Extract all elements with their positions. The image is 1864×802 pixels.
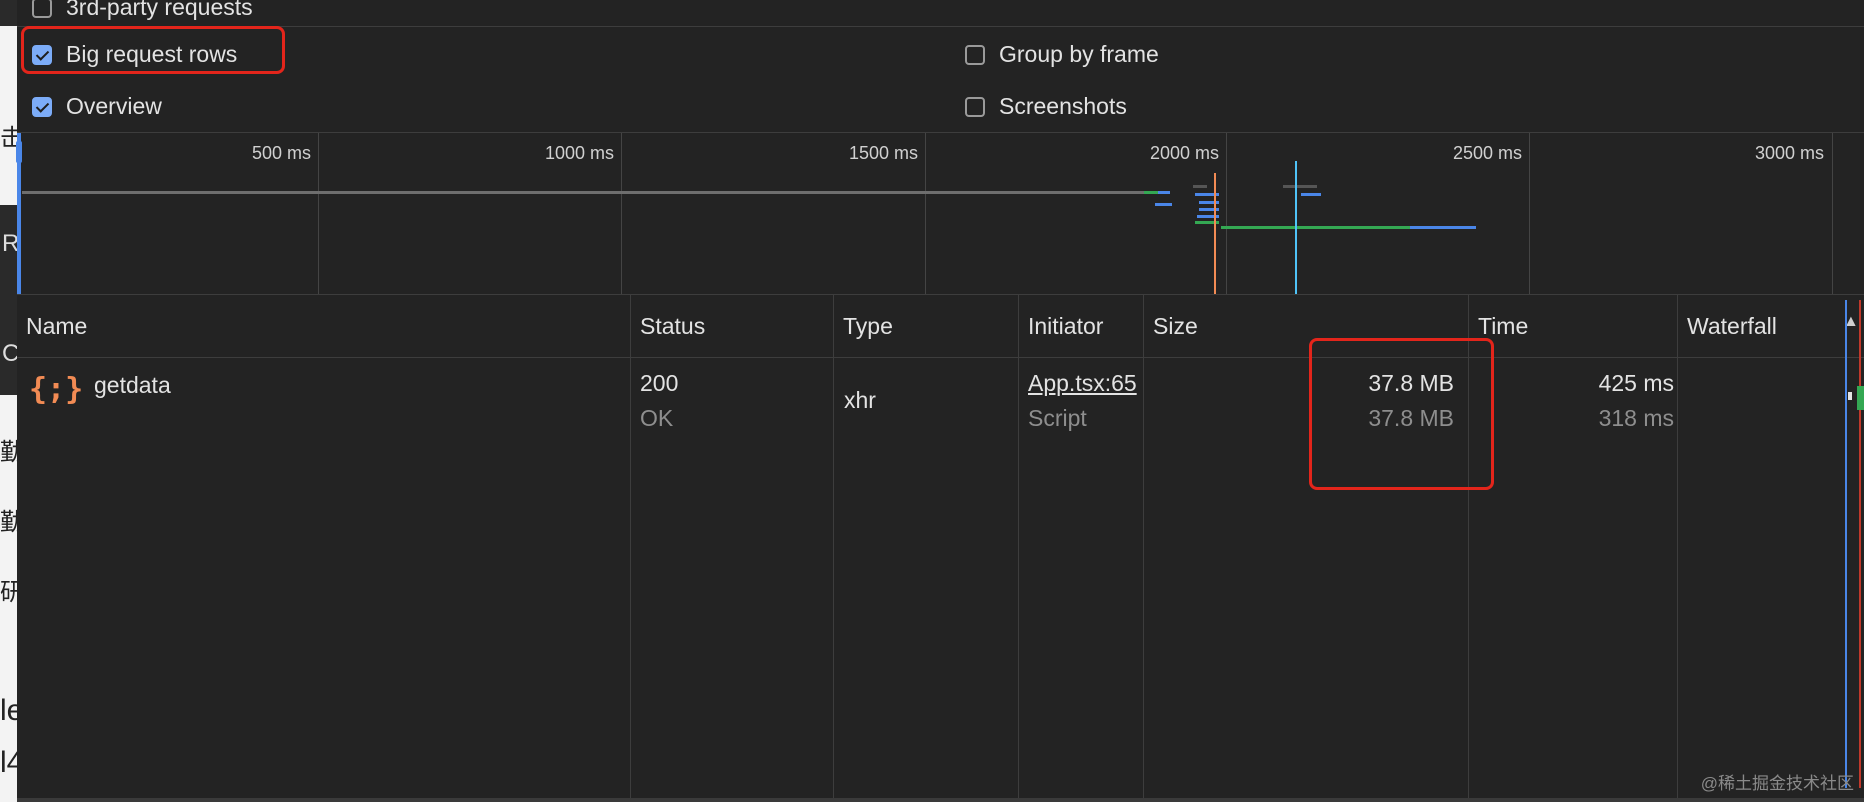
- waterfall-load-line: [1859, 300, 1861, 788]
- column-header-type[interactable]: Type: [834, 295, 1019, 357]
- column-header-initiator[interactable]: Initiator: [1019, 295, 1144, 357]
- tick-label: 3000 ms: [1754, 143, 1824, 163]
- request-latency: 318 ms: [1598, 405, 1674, 431]
- screenshots-label: Screenshots: [999, 93, 1127, 119]
- page-behind-char: 研: [0, 579, 17, 606]
- screenshots-checkbox[interactable]: Screenshots: [965, 93, 1127, 120]
- table-row[interactable]: {;} getdata 200 OK xhr App.tsx:65 Script…: [17, 300, 1864, 788]
- initiator-type: Script: [1028, 405, 1087, 431]
- overview-bar: [1158, 191, 1170, 194]
- column-header-waterfall[interactable]: Waterfall: [1678, 295, 1864, 357]
- watermark: @稀土掘金技术社区: [1700, 774, 1854, 793]
- page-behind-char: 击: [0, 125, 17, 152]
- page-behind-char: 勤: [0, 509, 17, 536]
- waterfall-bar: [1857, 386, 1864, 410]
- column-header-time[interactable]: Time: [1469, 295, 1678, 357]
- column-header-status[interactable]: Status: [631, 295, 834, 357]
- gridline: [621, 133, 622, 294]
- request-type: xhr: [844, 387, 876, 413]
- page-behind-char: C: [2, 340, 17, 367]
- xhr-fetch-icon: {;}: [29, 372, 84, 407]
- checkbox-icon[interactable]: [32, 0, 52, 18]
- initiator-link[interactable]: App.tsx:65: [1028, 370, 1137, 397]
- dom-content-loaded-marker: [1214, 173, 1216, 294]
- highlight-box-big-rows: [21, 26, 285, 74]
- highlight-box-size: [1309, 338, 1494, 490]
- waterfall-bar-waiting: [1848, 392, 1852, 400]
- overview-bar: [22, 191, 1144, 194]
- page-behind-strip: 击 R C 勤 勤 研 le l4: [0, 0, 17, 802]
- page-behind-char: le: [0, 694, 17, 727]
- overview-bar: [1199, 208, 1219, 211]
- checkbox-icon[interactable]: [965, 96, 985, 117]
- gridline: [1832, 133, 1833, 294]
- group-by-frame-checkbox[interactable]: Group by frame: [965, 41, 1159, 68]
- overview-bar: [1144, 191, 1158, 194]
- devtools-network-panel: 3rd-party requests Big request rows Grou…: [16, 0, 1864, 802]
- third-party-label: 3rd-party requests: [66, 0, 253, 20]
- tick-label: 500 ms: [251, 143, 311, 163]
- overview-bar: [1301, 193, 1321, 196]
- third-party-checkbox[interactable]: 3rd-party requests: [32, 0, 253, 21]
- overview-label: Overview: [66, 93, 162, 119]
- bottom-border: [17, 798, 1864, 802]
- overview-bar: [1410, 226, 1476, 229]
- tick-label: 1500 ms: [848, 143, 918, 163]
- overview-bar: [1199, 201, 1219, 204]
- checkbox-checked-icon[interactable]: [32, 96, 52, 117]
- column-header-name[interactable]: Name: [17, 295, 631, 357]
- page-behind-char: l4: [0, 746, 17, 779]
- waterfall-dcl-line: [1845, 300, 1847, 788]
- load-event-marker: [1295, 161, 1297, 294]
- gridline: [925, 133, 926, 294]
- request-table-header: Name Status Type Initiator Size Time Wat…: [17, 295, 1864, 358]
- tick-label: 1000 ms: [544, 143, 614, 163]
- gridline: [318, 133, 319, 294]
- page-behind-char: R: [2, 230, 17, 257]
- overview-checkbox[interactable]: Overview: [32, 93, 162, 120]
- overview-bar: [1193, 185, 1207, 188]
- page-behind-char: 勤: [0, 439, 17, 466]
- checkbox-icon[interactable]: [965, 44, 985, 65]
- status-text: OK: [640, 405, 674, 431]
- request-name[interactable]: getdata: [94, 372, 171, 399]
- drag-handle-icon[interactable]: [16, 141, 22, 163]
- settings-panel: Big request rows Group by frame Overview…: [17, 27, 1864, 133]
- request-time: 425 ms: [1598, 370, 1674, 396]
- initiator-cell: App.tsx:65 Script: [1028, 358, 1141, 458]
- gridline: [1529, 133, 1530, 294]
- overview-timeline[interactable]: 500 ms 1000 ms 1500 ms 2000 ms 2500 ms 3…: [16, 133, 1864, 295]
- tick-label: 2000 ms: [1149, 143, 1219, 163]
- overview-bar: [1221, 226, 1410, 229]
- group-by-frame-label: Group by frame: [999, 41, 1159, 67]
- strip-block: [0, 0, 17, 26]
- status-code: 200: [640, 370, 679, 396]
- tick-label: 2500 ms: [1452, 143, 1522, 163]
- gridline: [1226, 133, 1227, 294]
- settings-row-1: 3rd-party requests: [17, 0, 1864, 27]
- overview-bar: [1283, 185, 1317, 188]
- overview-bar: [1155, 203, 1172, 206]
